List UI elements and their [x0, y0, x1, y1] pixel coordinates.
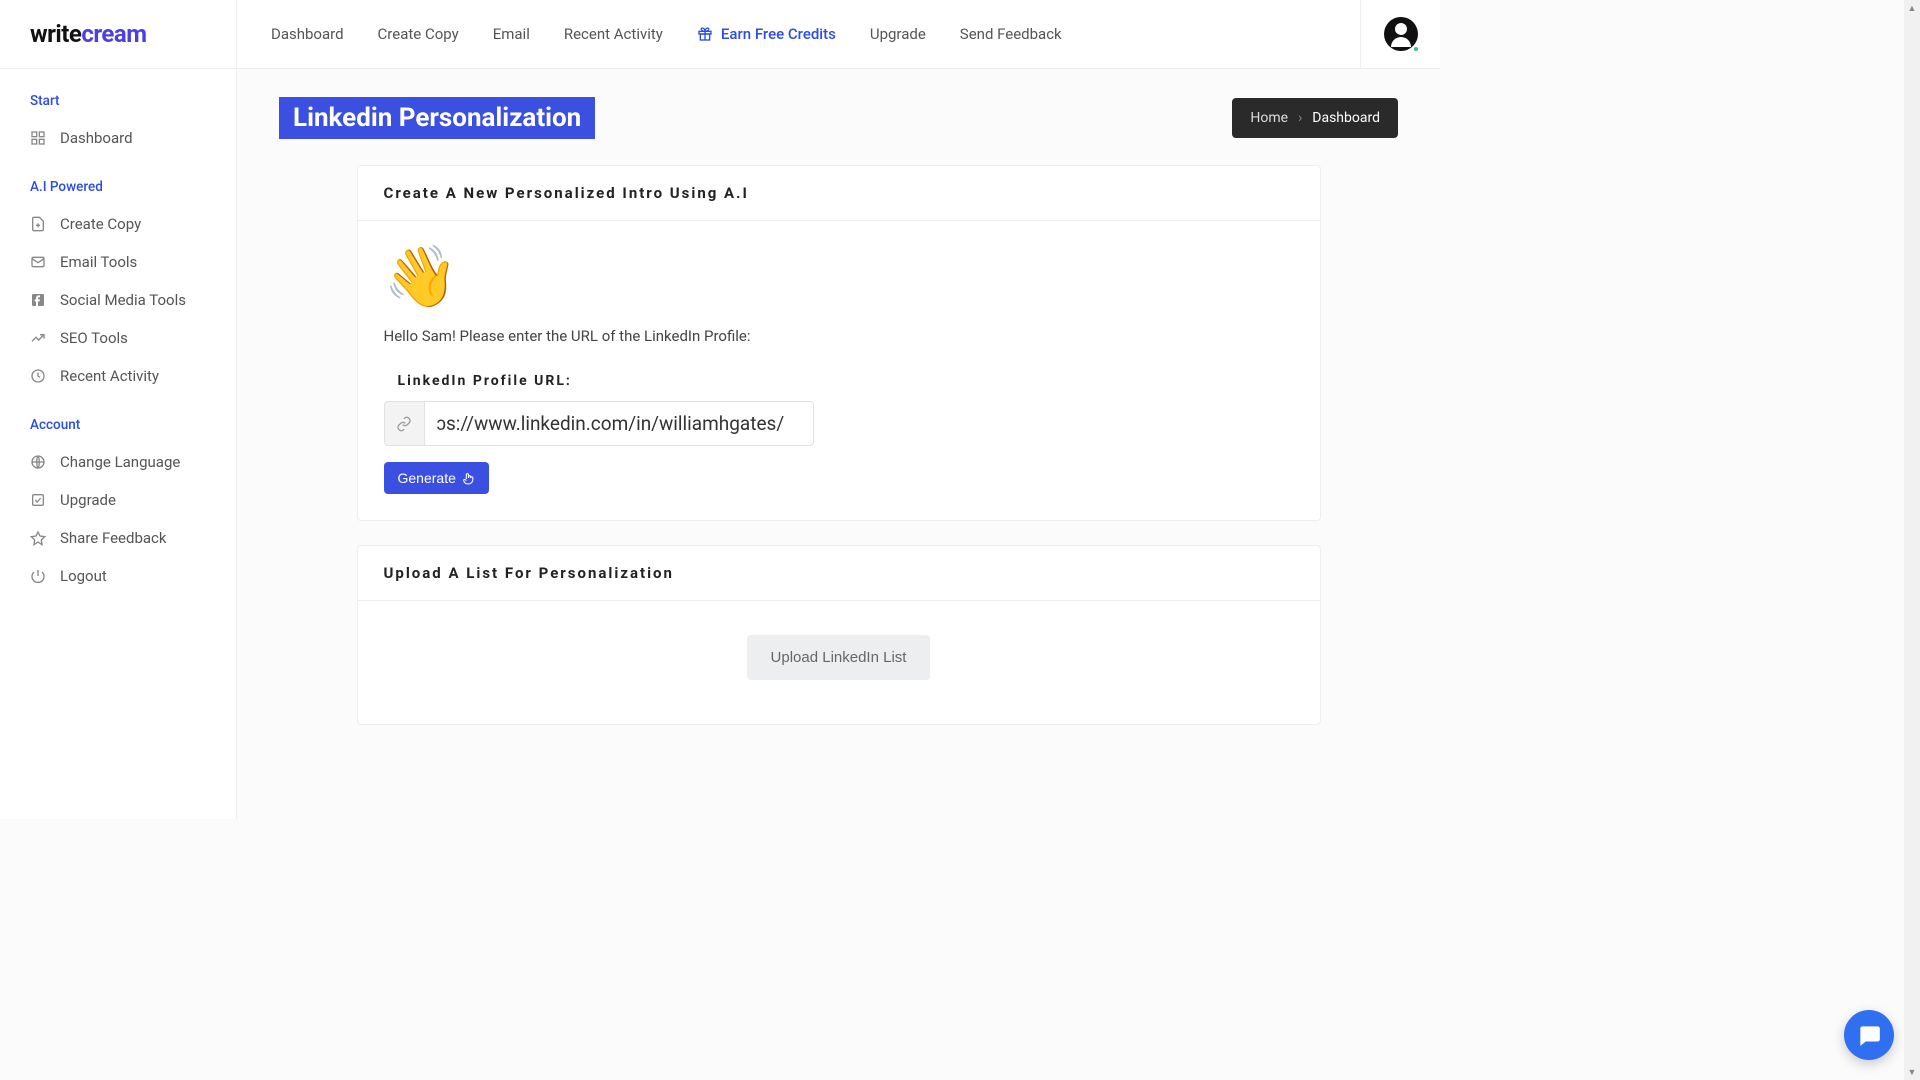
chat-widget-button[interactable] — [1844, 1010, 1894, 1060]
sidebar-group-ai: A.I Powered — [0, 179, 236, 205]
card-header: Upload A List For Personalization — [358, 546, 1320, 601]
scroll-down-icon[interactable]: ▼ — [1904, 1064, 1920, 1080]
sidebar-item-label: Social Media Tools — [60, 291, 186, 309]
star-icon — [30, 530, 46, 546]
top-nav: Dashboard Create Copy Email Recent Activ… — [237, 25, 1360, 43]
avatar-menu[interactable] — [1360, 0, 1440, 69]
linkedin-url-input[interactable] — [424, 401, 814, 446]
sidebar-item-seo-tools[interactable]: SEO Tools — [0, 319, 236, 357]
sidebar-item-label: Share Feedback — [60, 529, 167, 547]
nav-email[interactable]: Email — [493, 25, 530, 43]
scroll-up-icon[interactable]: ▲ — [1904, 0, 1920, 16]
card-upload-list: Upload A List For Personalization Upload… — [357, 545, 1321, 725]
logo-part2: cream — [81, 20, 146, 48]
sidebar-item-label: Upgrade — [60, 491, 116, 509]
generate-button-label: Generate — [398, 470, 456, 486]
chat-icon — [1856, 1022, 1882, 1048]
main-content: Linkedin Personalization Home › Dashboar… — [237, 69, 1440, 819]
page-title: Linkedin Personalization — [279, 97, 595, 139]
breadcrumb-current: Dashboard — [1312, 110, 1380, 126]
scrollbar[interactable]: ▲ ▼ — [1904, 0, 1920, 1080]
nav-recent-activity[interactable]: Recent Activity — [564, 25, 663, 43]
sidebar-item-label: Recent Activity — [60, 367, 159, 385]
mail-icon — [30, 254, 46, 270]
linkedin-url-input-group — [384, 401, 814, 446]
page-header: Linkedin Personalization Home › Dashboar… — [279, 97, 1398, 139]
facebook-icon — [30, 292, 46, 308]
wave-emoji: 👋 — [384, 247, 1294, 307]
gift-icon — [697, 26, 713, 42]
link-icon — [384, 401, 424, 446]
logo-part1: write — [30, 20, 81, 48]
sidebar-item-create-copy[interactable]: Create Copy — [0, 205, 236, 243]
nav-earn-credits[interactable]: Earn Free Credits — [697, 25, 836, 43]
sidebar-item-upgrade[interactable]: Upgrade — [0, 481, 236, 519]
sidebar-item-dashboard[interactable]: Dashboard — [0, 119, 236, 157]
sidebar-item-label: Logout — [60, 567, 107, 585]
nav-earn-credits-label: Earn Free Credits — [721, 25, 836, 43]
sidebar-item-label: Create Copy — [60, 215, 141, 233]
sidebar-item-social-media-tools[interactable]: Social Media Tools — [0, 281, 236, 319]
sidebar-item-label: SEO Tools — [60, 329, 128, 347]
sidebar-item-share-feedback[interactable]: Share Feedback — [0, 519, 236, 557]
sidebar-group-account: Account — [0, 417, 236, 443]
sidebar-item-recent-activity[interactable]: Recent Activity — [0, 357, 236, 395]
nav-create-copy[interactable]: Create Copy — [378, 25, 459, 43]
card-header: Create A New Personalized Intro Using A.… — [358, 166, 1320, 221]
sidebar-item-label: Change Language — [60, 453, 180, 471]
file-plus-icon — [30, 216, 46, 232]
upload-linkedin-list-button[interactable]: Upload LinkedIn List — [747, 635, 931, 680]
sidebar-group-start: Start — [0, 93, 236, 119]
online-status-dot — [1412, 45, 1420, 53]
field-label-linkedin-url: LinkedIn Profile URL: — [384, 373, 1294, 389]
sidebar: Start Dashboard A.I Powered Create Copy … — [0, 69, 237, 819]
sidebar-item-email-tools[interactable]: Email Tools — [0, 243, 236, 281]
sidebar-item-label: Dashboard — [60, 129, 133, 147]
breadcrumb-separator: › — [1298, 110, 1302, 126]
generate-button[interactable]: Generate — [384, 462, 489, 494]
power-icon — [30, 568, 46, 584]
topbar: writecream Dashboard Create Copy Email R… — [0, 0, 1440, 69]
grid-icon — [30, 130, 46, 146]
check-square-icon — [30, 492, 46, 508]
sidebar-item-label: Email Tools — [60, 253, 137, 271]
nav-upgrade[interactable]: Upgrade — [870, 25, 926, 43]
sidebar-item-change-language[interactable]: Change Language — [0, 443, 236, 481]
nav-send-feedback[interactable]: Send Feedback — [960, 25, 1062, 43]
logo[interactable]: writecream — [0, 0, 237, 69]
breadcrumb: Home › Dashboard — [1232, 98, 1398, 138]
clock-icon — [30, 368, 46, 384]
globe-icon — [30, 454, 46, 470]
nav-dashboard[interactable]: Dashboard — [271, 25, 344, 43]
sidebar-item-logout[interactable]: Logout — [0, 557, 236, 595]
breadcrumb-home[interactable]: Home — [1250, 110, 1288, 126]
trending-up-icon — [30, 330, 46, 346]
card-create-intro: Create A New Personalized Intro Using A.… — [357, 165, 1321, 521]
pointer-icon — [462, 472, 475, 485]
hello-text: Hello Sam! Please enter the URL of the L… — [384, 327, 1294, 345]
